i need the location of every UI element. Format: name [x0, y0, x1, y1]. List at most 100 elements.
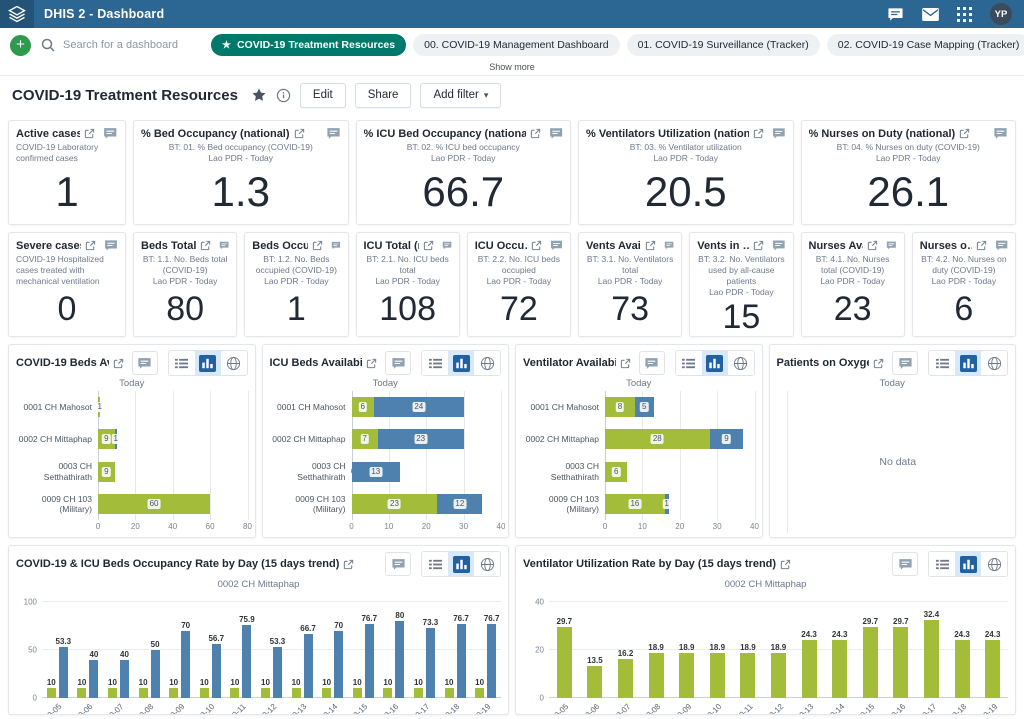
- edit-button[interactable]: Edit: [300, 83, 346, 108]
- chart-card[interactable]: Ventilator Utilization Rate by Day (15 d…: [515, 545, 1016, 715]
- table-view-button[interactable]: [422, 552, 448, 576]
- value-card[interactable]: % Bed Occupancy (national) BT: 01. % Bed…: [133, 120, 349, 225]
- bar[interactable]: 16.2: [618, 659, 633, 698]
- bar[interactable]: 13.5: [587, 666, 602, 698]
- comments-button[interactable]: [639, 351, 665, 375]
- bar[interactable]: 18.9: [771, 653, 786, 698]
- chart-card[interactable]: ICU Beds Availability by Hos… Today 0001…: [262, 344, 510, 538]
- chart-view-button[interactable]: [448, 351, 474, 375]
- chart-card[interactable]: COVID-19 Beds Availa… Today 0001 CH Maho…: [8, 344, 256, 538]
- chart-view-button[interactable]: [955, 552, 981, 576]
- bar[interactable]: 29.7: [893, 627, 908, 698]
- bar[interactable]: 10: [475, 688, 484, 698]
- map-view-button[interactable]: [221, 351, 247, 375]
- chart-view-button[interactable]: [448, 552, 474, 576]
- value-card[interactable]: ICU Occu… BT: 2.2. No. ICU beds occupied…: [467, 232, 571, 337]
- chart-card[interactable]: COVID-19 & ICU Beds Occupancy Rate by Da…: [8, 545, 509, 715]
- value-card[interactable]: Severe cases COVID-19 Hospitalized cases…: [8, 232, 126, 337]
- new-dashboard-button[interactable]: +: [10, 35, 31, 56]
- map-view-button[interactable]: [728, 351, 754, 375]
- bar[interactable]: 10: [261, 688, 270, 698]
- bar[interactable]: 10: [200, 688, 209, 698]
- value-card[interactable]: Beds Total (n… BT: 1.1. No. Beds total (…: [133, 232, 237, 337]
- bar[interactable]: 76.7: [365, 624, 374, 698]
- bar[interactable]: 18.9: [679, 653, 694, 698]
- table-view-button[interactable]: [169, 351, 195, 375]
- open-in-new-icon[interactable]: [366, 358, 377, 369]
- open-in-new-icon[interactable]: [753, 128, 764, 139]
- table-view-button[interactable]: [929, 552, 955, 576]
- share-button[interactable]: Share: [355, 83, 412, 108]
- chart-view-button[interactable]: [195, 351, 221, 375]
- bar[interactable]: 50: [151, 650, 160, 698]
- bar[interactable]: 70: [181, 631, 190, 698]
- messages-icon[interactable]: [922, 8, 939, 21]
- bar[interactable]: 24.3: [832, 640, 847, 698]
- bar[interactable]: 10: [445, 688, 454, 698]
- show-more-link[interactable]: Show more: [489, 62, 535, 72]
- dashboard-search-input[interactable]: [61, 38, 201, 52]
- open-in-new-icon[interactable]: [531, 240, 542, 251]
- bar[interactable]: 32.4: [924, 620, 939, 698]
- bar[interactable]: 66.7: [304, 634, 313, 698]
- bar[interactable]: 75.9: [242, 625, 251, 698]
- comments-button[interactable]: [385, 351, 411, 375]
- value-card[interactable]: Nurses o… BT: 4.2. No. Nurses on duty (C…: [912, 232, 1016, 337]
- bar[interactable]: 24.3: [802, 640, 817, 698]
- bar[interactable]: 10: [169, 688, 178, 698]
- bar[interactable]: 80: [395, 621, 404, 698]
- comments-button[interactable]: [132, 351, 158, 375]
- bar[interactable]: 10: [322, 688, 331, 698]
- chart-view-button[interactable]: [702, 351, 728, 375]
- open-in-new-icon[interactable]: [867, 240, 878, 251]
- table-view-button[interactable]: [929, 351, 955, 375]
- map-view-button[interactable]: [981, 351, 1007, 375]
- open-in-new-icon[interactable]: [343, 559, 354, 570]
- bar[interactable]: 73.3: [426, 628, 435, 698]
- bar[interactable]: 40: [120, 660, 129, 698]
- chart-card[interactable]: Patients on Oxygen by Ho… Today No data: [769, 344, 1017, 538]
- bar[interactable]: 10: [353, 688, 362, 698]
- chart-card[interactable]: Ventilator Availability by … Today 0001 …: [515, 344, 763, 538]
- bar[interactable]: 53.3: [273, 647, 282, 698]
- open-in-new-icon[interactable]: [84, 128, 95, 139]
- chart-view-button[interactable]: [955, 351, 981, 375]
- apps-menu-icon[interactable]: [957, 7, 972, 22]
- value-card[interactable]: Active cases COVID-19 Laboratory confirm…: [8, 120, 126, 225]
- interpretations-icon[interactable]: [887, 7, 904, 22]
- dashboard-chip[interactable]: 02. COVID-19 Case Mapping (Tracker): [827, 34, 1024, 56]
- value-card[interactable]: Nurses Avail… BT: 4.1. No. Nurses total …: [801, 232, 905, 337]
- value-card[interactable]: % Ventilators Utilization (national) BT:…: [578, 120, 794, 225]
- bar[interactable]: 10: [383, 688, 392, 698]
- open-in-new-icon[interactable]: [780, 559, 791, 570]
- dashboard-chip[interactable]: ★COVID-19 Treatment Resources: [211, 34, 406, 56]
- table-view-button[interactable]: [422, 351, 448, 375]
- open-in-new-icon[interactable]: [959, 128, 970, 139]
- bar[interactable]: 10: [230, 688, 239, 698]
- open-in-new-icon[interactable]: [530, 128, 541, 139]
- bar[interactable]: 24.3: [955, 640, 970, 698]
- value-card[interactable]: Vents Availab… BT: 3.1. No. Ventilators …: [578, 232, 682, 337]
- comments-button[interactable]: [385, 552, 411, 576]
- bar[interactable]: 56.7: [212, 644, 221, 698]
- bar[interactable]: 10: [292, 688, 301, 698]
- bar[interactable]: 24.3: [985, 640, 1000, 698]
- open-in-new-icon[interactable]: [294, 128, 305, 139]
- open-in-new-icon[interactable]: [976, 240, 987, 251]
- bar[interactable]: 29.7: [557, 627, 572, 698]
- open-in-new-icon[interactable]: [753, 240, 764, 251]
- map-view-button[interactable]: [474, 351, 500, 375]
- comments-button[interactable]: [892, 552, 918, 576]
- value-card[interactable]: ICU Total (nat… BT: 2.1. No. ICU beds to…: [356, 232, 460, 337]
- open-in-new-icon[interactable]: [645, 240, 656, 251]
- bar[interactable]: 76.7: [457, 624, 466, 698]
- dashboard-chip[interactable]: 01. COVID-19 Surveillance (Tracker): [627, 34, 820, 56]
- bar[interactable]: 10: [47, 688, 56, 698]
- map-view-button[interactable]: [474, 552, 500, 576]
- dhis2-logo[interactable]: [0, 0, 34, 28]
- bar[interactable]: 18.9: [740, 653, 755, 698]
- info-icon[interactable]: [276, 88, 291, 103]
- bar[interactable]: 10: [414, 688, 423, 698]
- bar[interactable]: 76.7: [487, 624, 496, 698]
- user-avatar[interactable]: YP: [990, 3, 1012, 25]
